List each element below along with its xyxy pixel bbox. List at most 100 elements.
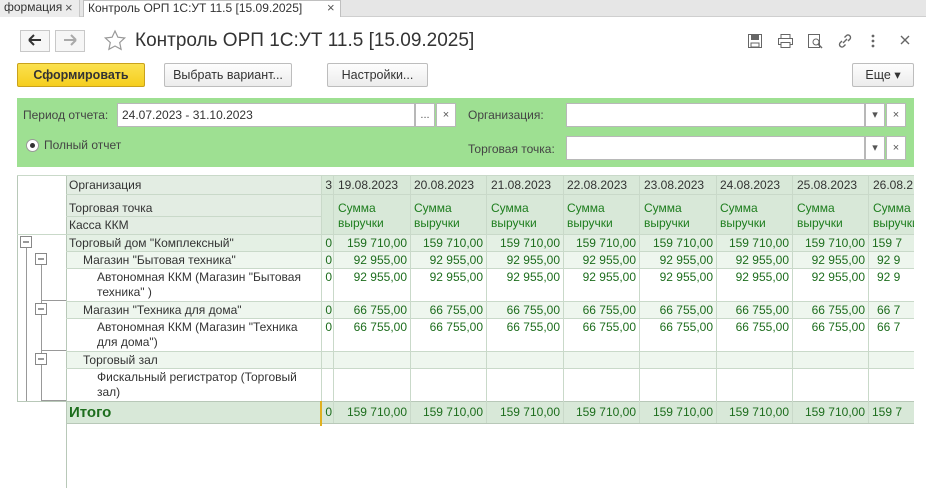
more-button[interactable]: Еще ▾ [852,63,914,87]
close-icon[interactable]: × [327,0,335,15]
preview-icon[interactable] [807,33,823,49]
measure-label: Суммавыручки [567,201,613,230]
value-cell: 66 755,00 [506,320,560,334]
value-cell-partial: 0 [325,270,332,284]
grid-line [639,175,640,423]
grid-line [563,175,564,423]
generate-button[interactable]: Сформировать [17,63,145,87]
row-label-cash-register: Фискальный регистратор (Торговый зал) [97,370,297,399]
period-label: Период отчета: [23,108,109,122]
value-cell: 159 710,00 [499,236,560,250]
value-cell: 159 7 [872,236,903,250]
save-icon[interactable] [747,33,763,49]
header-date-partial: 3 [325,178,332,192]
grid-line [17,234,914,235]
full-report-radio[interactable] [26,139,39,152]
report-table[interactable]: Организация Торговая точка Касса ККМ 3 1… [17,175,914,488]
total-value-cell: 159 710,00 [728,405,789,419]
header-date: 19.08.2023 [338,178,399,192]
trade-point-input[interactable] [566,136,865,160]
star-icon[interactable] [103,29,127,52]
grid-line [66,268,914,269]
total-value-cell: 159 710,00 [804,405,865,419]
tab-report[interactable]: Контроль ОРП 1С:УТ 11.5 [15.09.2025] [83,0,341,17]
header-date: 21.08.2023 [491,178,552,192]
total-value-cell: 159 710,00 [346,405,407,419]
choose-variant-button[interactable]: Выбрать вариант... [164,63,292,87]
organization-clear-button[interactable]: × [886,103,906,127]
value-cell: 66 755,00 [506,303,560,317]
header-trade-point: Торговая точка [69,201,153,215]
back-button[interactable] [20,30,50,52]
close-icon[interactable] [899,34,911,46]
value-cell: 66 755,00 [429,303,483,317]
collapse-icon[interactable] [35,353,47,365]
value-cell: 159 710,00 [652,236,713,250]
value-cell: 92 955,00 [506,253,560,267]
grid-line [321,175,322,423]
value-cell-partial: 0 [325,405,332,419]
link-icon[interactable] [837,33,853,49]
value-cell: 66 7 [877,303,901,317]
value-cell: 92 955,00 [735,270,789,284]
forward-button[interactable] [55,30,85,52]
organization-dropdown-button[interactable]: ▾ [865,103,885,127]
period-input[interactable]: 24.07.2023 - 31.10.2023 [117,103,415,127]
value-cell-partial: 0 [325,303,332,317]
value-cell: 92 955,00 [429,253,483,267]
trade-point-dropdown-button[interactable]: ▾ [865,136,885,160]
collapse-icon[interactable] [35,253,47,265]
value-cell: 66 755,00 [811,303,865,317]
value-cell: 66 7 [877,320,901,334]
value-cell: 66 755,00 [659,320,713,334]
value-cell: 92 955,00 [353,270,407,284]
collapse-icon[interactable] [20,236,32,248]
grid-line [66,301,914,302]
value-cell: 66 755,00 [735,320,789,334]
value-cell: 92 955,00 [811,270,865,284]
settings-button[interactable]: Настройки... [327,63,428,87]
grid-line [66,368,914,369]
value-cell: 66 755,00 [811,320,865,334]
value-cell: 92 955,00 [506,270,560,284]
organization-input[interactable] [566,103,865,127]
close-icon[interactable]: × [65,0,73,15]
value-cell-partial: 0 [325,320,332,334]
more-vertical-icon[interactable] [870,33,876,49]
value-cell: 66 755,00 [353,303,407,317]
value-cell: 92 955,00 [735,253,789,267]
grid-line [333,175,334,423]
value-cell: 66 755,00 [353,320,407,334]
value-cell: 66 755,00 [582,320,636,334]
measure-label: Суммавыручки [644,201,690,230]
grid-line [17,175,914,176]
header-date: 26.08.2 [873,178,914,192]
measure-label: Суммавыручки [797,201,843,230]
grid-line [66,216,321,217]
tab-strip: формация × Контроль ОРП 1С:УТ 11.5 [15.0… [0,0,926,17]
row-label-trade-point: Торговый зал [83,353,158,367]
trade-point-label: Торговая точка: [468,142,555,156]
organization-label: Организация: [468,108,544,122]
tree-line [26,248,27,401]
tree-line [41,315,42,358]
tab-label: Контроль ОРП 1С:УТ 11.5 [15.09.2025] [88,1,303,15]
header-organization: Организация [69,178,142,192]
period-clear-button[interactable]: × [436,103,456,127]
grid-line [66,251,914,252]
collapse-icon[interactable] [35,303,47,315]
tree-line [41,265,42,308]
value-cell: 92 955,00 [582,253,636,267]
period-select-button[interactable]: ... [415,103,435,127]
grid-line [66,194,914,195]
value-cell: 92 9 [877,270,901,284]
trade-point-clear-button[interactable]: × [886,136,906,160]
grid-line [868,175,869,423]
value-cell: 159 710,00 [422,236,483,250]
print-icon[interactable] [777,33,794,49]
row-label-trade-point: Магазин "Техника для дома" [83,303,242,317]
row-label-organization: Торговый дом "Комплексный" [69,236,234,250]
measure-label: Суммавыручки [873,201,914,230]
grid-line [716,175,717,423]
value-cell: 66 755,00 [429,320,483,334]
